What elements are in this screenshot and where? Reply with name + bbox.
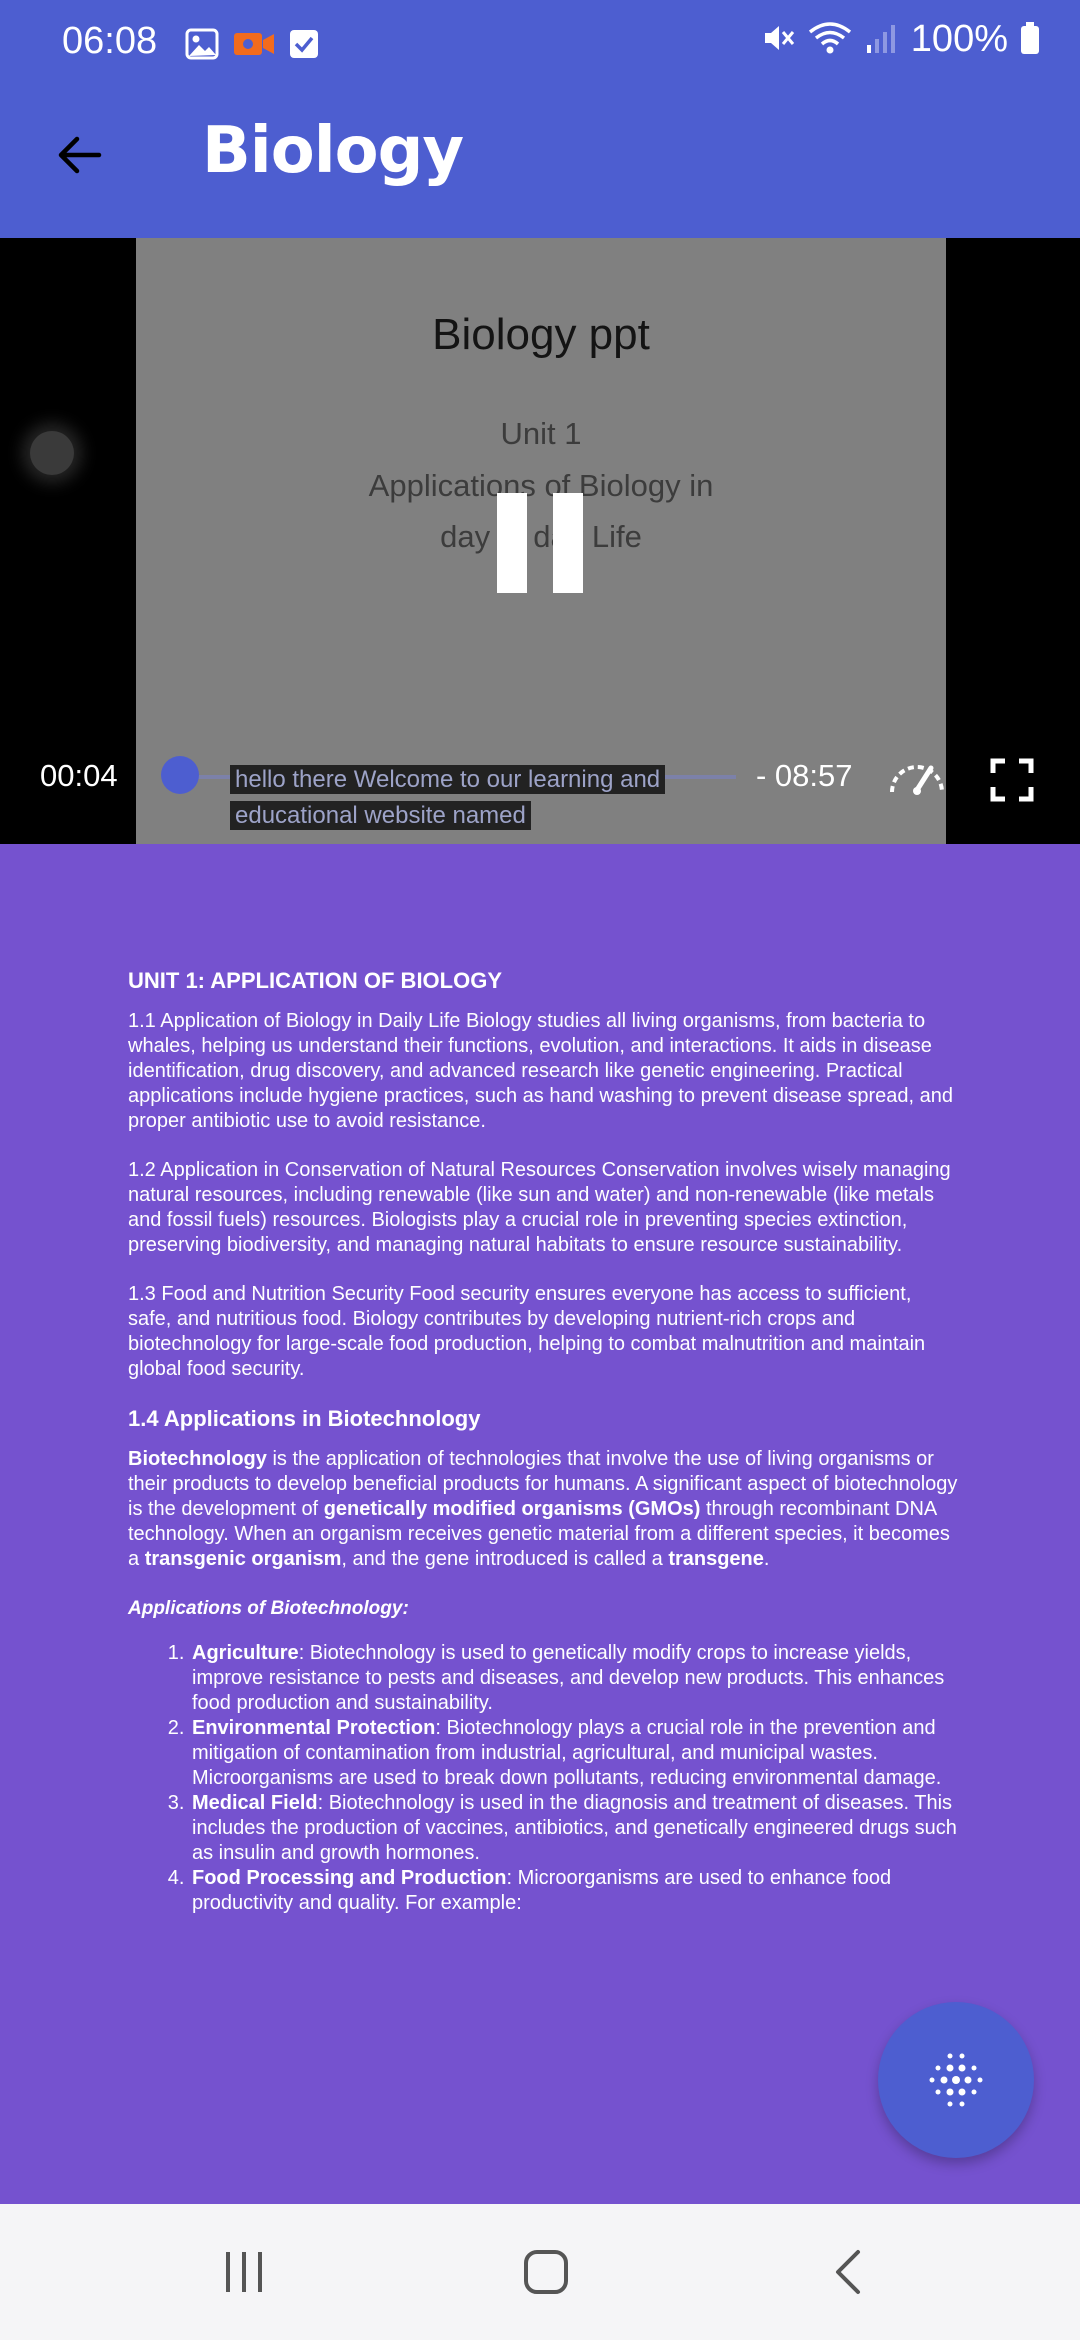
mute-icon [761,21,795,59]
pause-button[interactable] [497,493,583,593]
status-time: 06:08 [62,20,158,62]
floating-action-button[interactable] [878,2002,1034,2158]
back-button[interactable] [44,120,114,190]
recents-button[interactable] [204,2240,284,2304]
applications-title: Applications of Biotechnology: [128,1598,409,1619]
home-button[interactable] [506,2240,586,2304]
caption-line: educational website named [230,801,720,830]
touch-indicator [30,431,74,475]
list-item: Environmental Protection: Biotechnology … [190,1716,958,1791]
current-time: 00:04 [40,758,118,793]
list-item: Food Processing and Production: Microorg… [190,1866,958,1916]
applications-list: Agriculture: Biotechnology is used to ge… [190,1641,958,1916]
biotech-paragraph: Biotechnology is the application of tech… [128,1448,958,1570]
status-right-icons: 100% [761,18,1040,61]
section-heading: 1.4 Applications in Biotechnology [128,1406,481,1431]
paragraph: 1.3 Food and Nutrition Security Food sec… [128,1283,926,1380]
app-bar: Biology [0,90,1080,238]
seek-handle[interactable] [161,756,199,794]
fullscreen-icon[interactable] [990,758,1034,806]
video-player[interactable]: Biology ppt Unit 1 Applications of Biolo… [0,238,1080,844]
status-bar: 06:08 100% [0,0,1080,90]
lesson-content: UNIT 1: APPLICATION OF BIOLOGY 1.1 Appli… [128,968,958,1916]
slide-title: Biology ppt [432,310,650,359]
system-nav-bar [0,2204,1080,2340]
arrow-back-icon [58,136,102,174]
signal-icon [865,21,899,59]
playback-speed-icon[interactable] [886,754,948,802]
recents-icon [226,2252,262,2292]
battery-icon [1020,21,1040,59]
battery-percent: 100% [910,18,1008,60]
caption-line: hello there Welcome to our learning and [230,765,720,794]
gallery-icon [185,28,219,64]
wifi-icon [807,20,853,60]
back-nav-button[interactable] [808,2240,888,2304]
slide-line: Unit 1 [500,416,582,451]
dotted-grid-icon [929,2053,983,2107]
home-icon [524,2250,568,2294]
checkbox-icon [289,28,319,64]
list-item: Agriculture: Biotechnology is used to ge… [190,1641,958,1716]
list-item: Medical Field: Biotechnology is used in … [190,1791,958,1866]
status-left-icons [185,28,319,64]
page-title: Biology [202,114,464,188]
unit-heading: UNIT 1: APPLICATION OF BIOLOGY [128,968,502,993]
video-record-icon [233,29,275,63]
back-icon [836,2250,860,2294]
paragraph: 1.1 Application of Biology in Daily Life… [128,1010,953,1132]
paragraph: 1.2 Application in Conservation of Natur… [128,1159,951,1256]
remaining-time: - 08:57 [756,758,853,793]
